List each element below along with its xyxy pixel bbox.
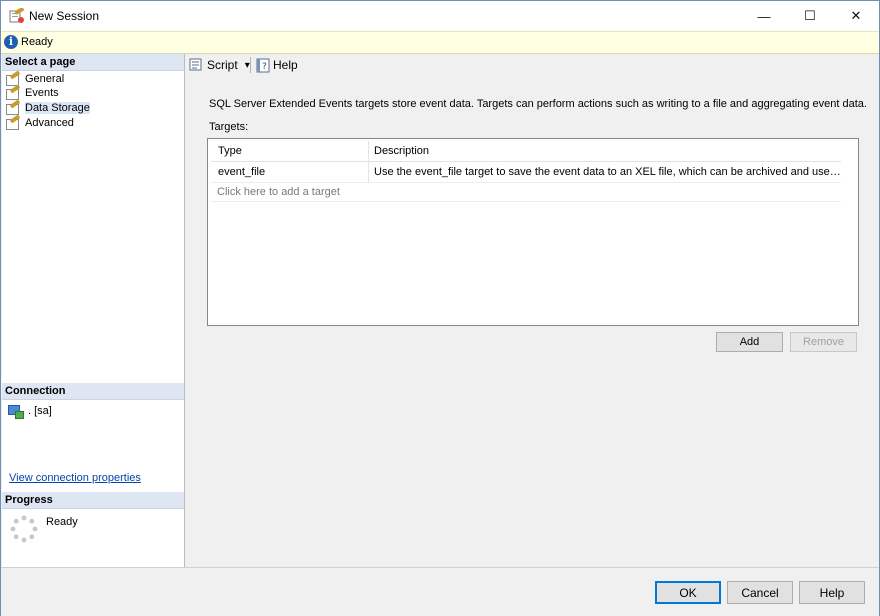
main-panel: Script ▾ ? Help SQL Server Extended Even… — [185, 54, 879, 567]
script-label: Script — [207, 58, 238, 72]
ok-button[interactable]: OK — [655, 581, 721, 604]
help-toolbar-button[interactable]: ? Help — [256, 57, 298, 73]
column-header-description[interactable]: Description — [369, 141, 844, 161]
progress-spinner-icon — [10, 515, 38, 543]
close-button[interactable]: ✕ — [833, 1, 879, 31]
view-connection-properties-link[interactable]: View connection properties — [9, 472, 141, 484]
minimize-icon: — — [757, 8, 771, 24]
page-item-advanced[interactable]: Advanced — [5, 114, 74, 130]
connection-header: Connection — [2, 383, 184, 400]
maximize-button[interactable]: ☐ — [787, 1, 833, 31]
cell-type: event_file — [214, 162, 369, 182]
page-wrench-icon — [5, 99, 21, 115]
session-app-icon — [9, 8, 25, 23]
targets-label: Targets: — [209, 121, 249, 133]
title-bar: New Session — ☐ ✕ — [1, 1, 879, 31]
add-button[interactable]: Add — [716, 332, 783, 352]
dialog-footer: OK Cancel Help — [1, 567, 879, 616]
toolbar: Script ▾ ? Help — [185, 54, 879, 76]
column-header-type[interactable]: Type — [214, 141, 369, 161]
info-icon: i — [4, 35, 18, 49]
toolbar-separator — [250, 57, 251, 73]
status-text: Ready — [21, 36, 53, 48]
script-button[interactable]: Script ▾ — [188, 57, 250, 73]
minimize-button[interactable]: — — [741, 1, 787, 31]
help-toolbar-label: Help — [273, 58, 298, 72]
page-description: SQL Server Extended Events targets store… — [209, 98, 867, 110]
help-button[interactable]: Help — [799, 581, 865, 604]
page-wrench-icon — [5, 84, 21, 100]
targets-grid[interactable]: Type Description event_file Use the even… — [207, 138, 859, 326]
progress-header: Progress — [2, 492, 184, 509]
grid-header-row: Type Description — [211, 141, 841, 162]
page-item-label: Advanced — [25, 117, 74, 129]
cell-description: Use the event_file target to save the ev… — [374, 166, 844, 178]
svg-text:?: ? — [262, 62, 267, 72]
status-bar: i Ready — [1, 31, 879, 54]
page-item-general[interactable]: General — [5, 70, 65, 86]
server-connection-icon — [7, 404, 24, 419]
remove-button[interactable]: Remove — [790, 332, 857, 352]
close-icon: ✕ — [850, 8, 862, 23]
dialog-window: New Session — ☐ ✕ i Ready Select a page … — [0, 0, 880, 616]
progress-status: Ready — [46, 516, 78, 528]
maximize-icon: ☐ — [804, 8, 816, 23]
page-item-label: Events — [25, 87, 59, 99]
add-target-row[interactable]: Click here to add a target — [211, 182, 841, 202]
help-book-icon: ? — [256, 58, 270, 72]
page-wrench-icon — [5, 70, 21, 86]
window-title: New Session — [29, 9, 100, 23]
page-item-label: General — [25, 73, 65, 85]
table-row[interactable]: event_file Use the event_file target to … — [211, 162, 844, 183]
page-item-data-storage[interactable]: Data Storage — [5, 99, 90, 115]
chevron-down-icon[interactable]: ▾ — [245, 60, 250, 71]
page-item-events[interactable]: Events — [5, 84, 59, 100]
page-item-label: Data Storage — [25, 102, 90, 114]
connection-info: . [sa] — [7, 404, 52, 419]
left-panel: Select a page General Events Data Storag… — [2, 54, 185, 567]
page-wrench-icon — [5, 114, 21, 130]
select-page-header: Select a page — [2, 54, 184, 71]
connection-value: . [sa] — [28, 405, 52, 417]
cancel-button[interactable]: Cancel — [727, 581, 793, 604]
script-icon — [189, 58, 202, 71]
